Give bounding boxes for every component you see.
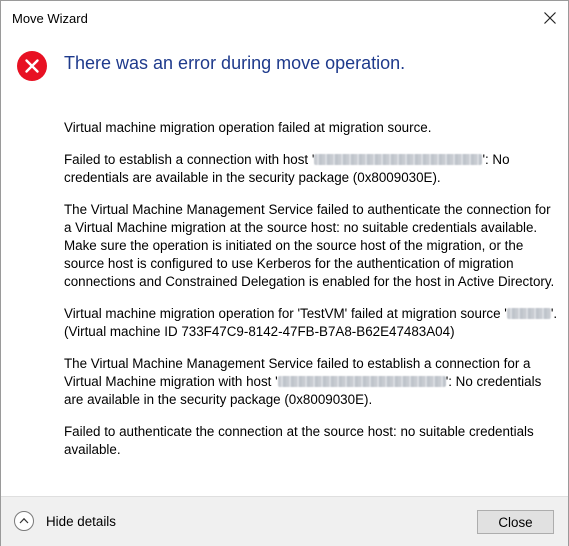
move-wizard-dialog: Move Wizard There was an error during mo…: [0, 0, 569, 546]
error-details: Virtual machine migration operation fail…: [64, 119, 559, 473]
dialog-footer: Hide details Close: [1, 496, 568, 546]
message-paragraph-2: Failed to establish a connection with ho…: [64, 151, 559, 187]
chevron-up-icon: [14, 511, 34, 531]
message-text: Failed to establish a connection with ho…: [64, 152, 315, 167]
hide-details-label: Hide details: [46, 513, 116, 529]
message-paragraph-4: Virtual machine migration operation for …: [64, 305, 559, 341]
window-title: Move Wizard: [12, 11, 88, 26]
redacted-host-name: [314, 154, 483, 165]
error-icon: [17, 51, 47, 81]
message-paragraph-3: The Virtual Machine Management Service f…: [64, 202, 555, 289]
message-paragraph-5: The Virtual Machine Management Service f…: [64, 355, 559, 409]
message-paragraph-6: Failed to authenticate the connection at…: [64, 424, 534, 457]
message-text: Virtual machine migration operation for …: [64, 306, 507, 321]
title-bar: Move Wizard: [1, 1, 568, 35]
close-button[interactable]: Close: [477, 510, 554, 534]
error-heading: There was an error during move operation…: [64, 53, 406, 73]
redacted-host-name: [277, 376, 446, 387]
redacted-source-host: [506, 308, 551, 319]
close-window-button[interactable]: [536, 5, 564, 31]
close-x-icon: [544, 12, 556, 24]
message-paragraph-1: Virtual machine migration operation fail…: [64, 120, 432, 135]
hide-details-toggle[interactable]: Hide details: [14, 510, 116, 532]
